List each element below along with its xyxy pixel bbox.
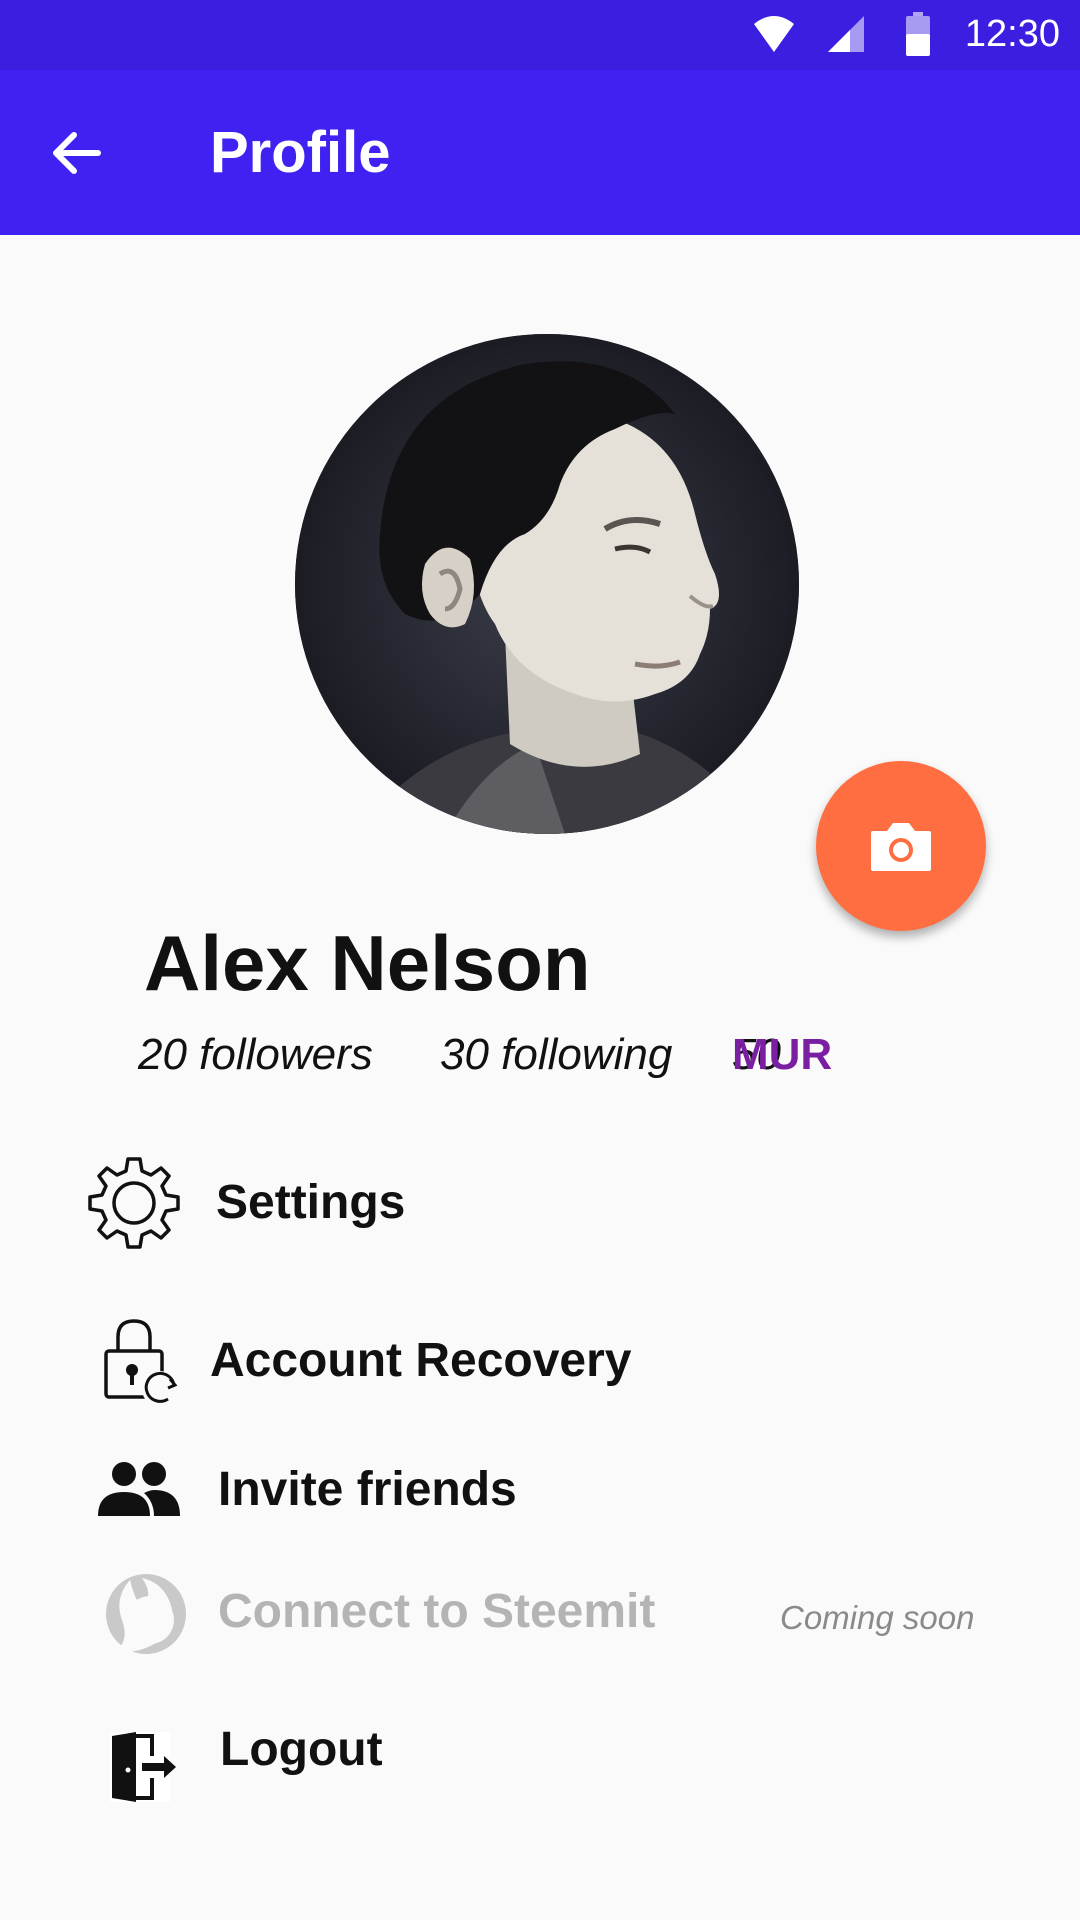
coming-soon-badge: Coming soon [780, 1599, 975, 1636]
followers-count[interactable]: 20 followers [138, 1030, 373, 1080]
menu-item-invite-friends[interactable]: Invite friends [80, 1448, 1000, 1558]
avatar [295, 334, 799, 834]
menu-item-label: Logout [220, 1723, 383, 1776]
gear-icon [86, 1155, 182, 1251]
back-button[interactable] [40, 117, 112, 189]
menu-item-label: Settings [216, 1176, 406, 1229]
app-bar: Profile [0, 70, 1080, 235]
following-count[interactable]: 30 following [440, 1030, 672, 1080]
change-photo-button[interactable] [816, 761, 986, 931]
cell-signal-icon [828, 16, 864, 52]
status-bar: 12:30 [0, 0, 1080, 70]
page-title: Profile [210, 120, 391, 185]
logout-door-icon [108, 1730, 180, 1804]
menu-item-connect-steemit: Connect to Steemit Coming soon [80, 1568, 1000, 1678]
menu-item-logout[interactable]: Logout [80, 1700, 1000, 1810]
balance-currency: MUR [732, 1030, 833, 1079]
steemit-icon [102, 1568, 188, 1658]
wifi-icon [754, 16, 794, 52]
arrow-back-icon [53, 132, 101, 174]
menu-item-label: Invite friends [218, 1463, 517, 1516]
menu-item-account-recovery[interactable]: Account Recovery [80, 1315, 1000, 1425]
battery-icon [906, 12, 930, 56]
lock-refresh-icon [100, 1315, 180, 1407]
menu-item-label: Account Recovery [210, 1334, 632, 1387]
menu-item-label: Connect to Steemit [218, 1585, 656, 1638]
people-icon [98, 1460, 180, 1520]
user-name: Alex Nelson [144, 919, 591, 1007]
menu-item-settings[interactable]: Settings [80, 1155, 1000, 1265]
status-time: 12:30 [964, 13, 1060, 55]
camera-icon [871, 823, 931, 871]
